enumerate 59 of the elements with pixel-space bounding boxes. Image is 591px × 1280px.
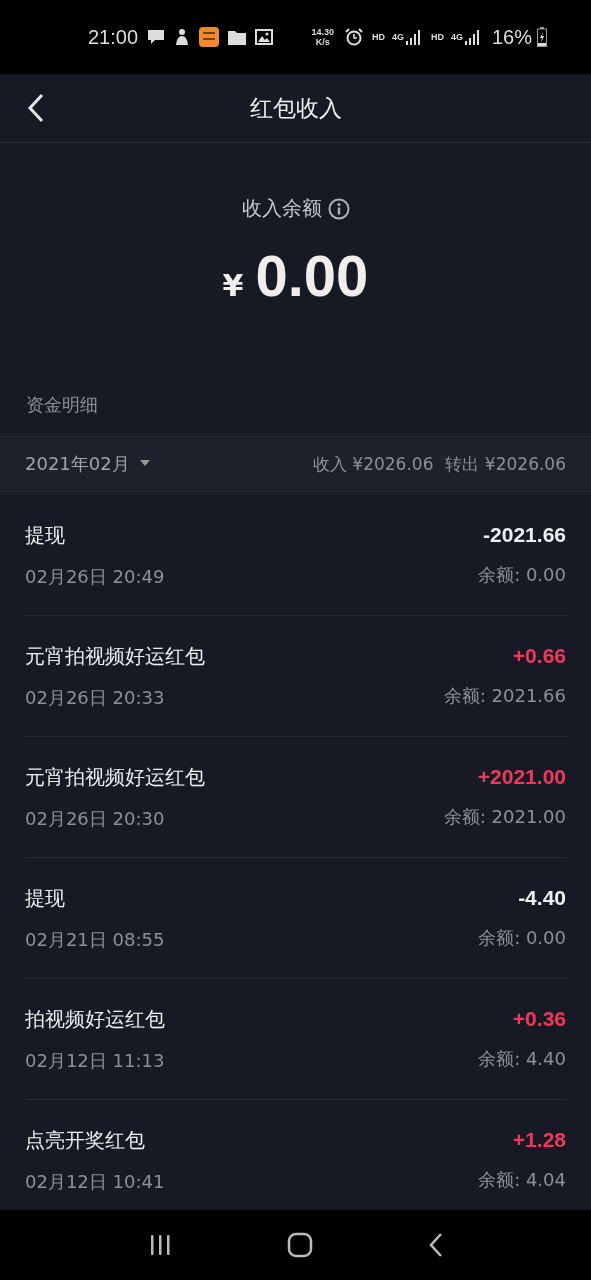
clock-time: 21:00 bbox=[88, 25, 139, 49]
balance-after: 余额: 2021.66 bbox=[443, 684, 566, 708]
signal-icon bbox=[405, 29, 422, 45]
income-total: 收入 ¥2026.06 bbox=[312, 452, 434, 476]
transaction-row[interactable]: 提现 02月26日 20:49 -2021.66 余额: 0.00 bbox=[25, 495, 566, 616]
home-icon[interactable] bbox=[286, 1232, 313, 1258]
figure-icon bbox=[174, 28, 191, 46]
network-label: 4G bbox=[391, 32, 404, 42]
back-icon[interactable] bbox=[26, 93, 46, 123]
transaction-title: 元宵拍视频好运红包 bbox=[25, 642, 205, 670]
transaction-amount: +2021.00 bbox=[477, 765, 566, 789]
transaction-title: 拍视频好运红包 bbox=[25, 1005, 165, 1033]
currency-symbol: ¥ bbox=[222, 268, 244, 303]
balance-after: 余额: 0.00 bbox=[478, 926, 566, 950]
balance-amount: 0.00 bbox=[255, 242, 369, 309]
transaction-title: 提现 bbox=[25, 521, 66, 549]
transaction-amount: +0.36 bbox=[512, 1007, 566, 1031]
caret-icon bbox=[139, 460, 150, 468]
transaction-row[interactable]: 拍视频好运红包 02月12日 11:13 +0.36 余额: 4.40 bbox=[25, 979, 566, 1100]
speed-value: 14.30 bbox=[311, 27, 334, 37]
app-icon bbox=[199, 27, 220, 47]
balance-after: 余额: 4.04 bbox=[478, 1168, 566, 1192]
back-icon[interactable] bbox=[427, 1232, 444, 1258]
balance-after: 余额: 4.40 bbox=[478, 1047, 566, 1071]
transaction-amount: +0.66 bbox=[512, 644, 566, 668]
transaction-title: 提现 bbox=[25, 884, 66, 912]
signal-icon bbox=[464, 29, 481, 45]
transaction-time: 02月12日 11:13 bbox=[25, 1048, 165, 1073]
transaction-row[interactable]: 元宵拍视频好运红包 02月26日 20:30 +2021.00 余额: 2021.00 bbox=[25, 737, 566, 858]
transaction-amount: -4.40 bbox=[518, 886, 566, 910]
network-label: HD bbox=[371, 32, 385, 42]
transaction-time: 02月12日 10:41 bbox=[25, 1169, 165, 1194]
transaction-time: 02月26日 20:33 bbox=[25, 685, 166, 710]
transaction-row[interactable]: 提现 02月21日 08:55 -4.40 余额: 0.00 bbox=[25, 858, 566, 979]
folder-icon bbox=[228, 29, 247, 45]
speed-unit: K/s bbox=[315, 37, 330, 47]
network-label: 4G bbox=[450, 32, 463, 42]
alarm-icon bbox=[344, 28, 363, 46]
battery-charging-icon bbox=[537, 27, 547, 47]
transaction-time: 02月21日 08:55 bbox=[25, 927, 165, 952]
chat-icon bbox=[147, 28, 166, 46]
outgoing-total: 转出 ¥2026.06 bbox=[445, 452, 566, 476]
network-label: HD bbox=[430, 32, 444, 42]
transaction-title: 元宵拍视频好运红包 bbox=[25, 763, 205, 791]
balance-after: 余额: 0.00 bbox=[478, 563, 566, 587]
transaction-amount: -2021.66 bbox=[483, 523, 566, 547]
section-title: 资金明细 bbox=[25, 393, 99, 417]
battery-percent: 16% bbox=[491, 25, 532, 49]
month-dropdown[interactable]: 2021年02月 bbox=[25, 452, 150, 476]
info-icon[interactable] bbox=[327, 197, 350, 220]
image-icon bbox=[255, 29, 274, 45]
balance-after: 余额: 2021.00 bbox=[443, 805, 566, 829]
transaction-time: 02月26日 20:30 bbox=[25, 806, 166, 831]
transaction-row[interactable]: 元宵拍视频好运红包 02月26日 20:33 +0.66 余额: 2021.66 bbox=[25, 616, 566, 737]
transaction-amount: +1.28 bbox=[512, 1128, 566, 1152]
transaction-title: 点亮开奖红包 bbox=[25, 1126, 146, 1154]
page-title: 红包收入 bbox=[249, 93, 342, 123]
balance-label: 收入余额 bbox=[241, 195, 322, 222]
transaction-time: 02月26日 20:49 bbox=[25, 564, 165, 589]
